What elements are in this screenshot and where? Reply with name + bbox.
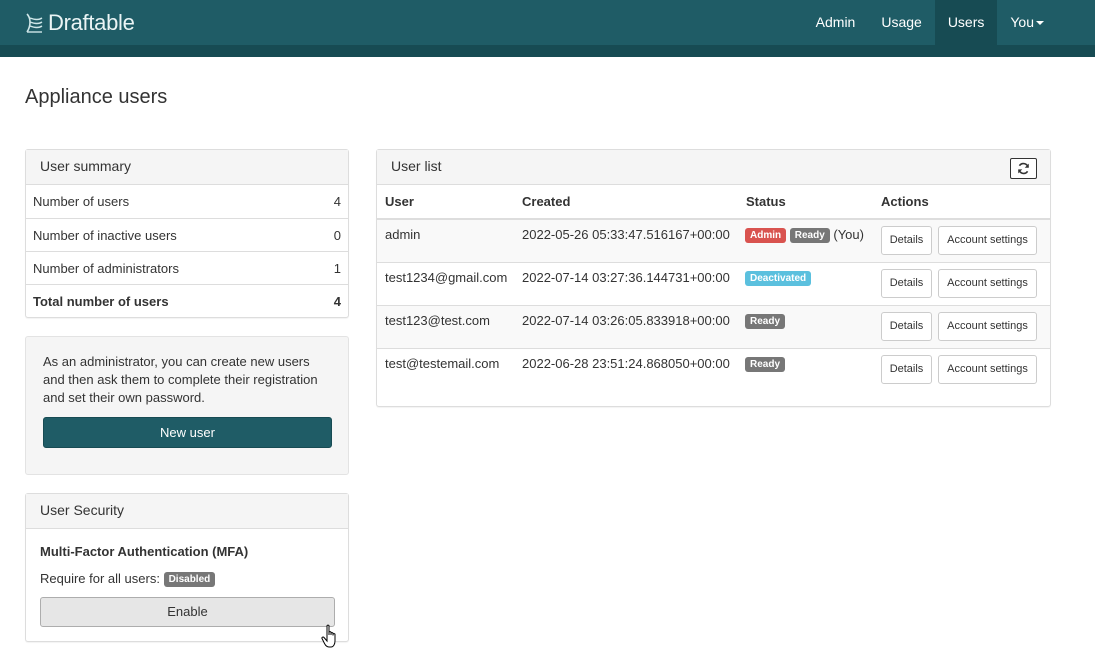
ready-badge: Ready [745, 357, 786, 373]
summary-row-admins: Number of administrators 1 [26, 251, 348, 284]
account-settings-button[interactable]: Account settings [938, 312, 1037, 341]
deactivated-badge: Deactivated [745, 271, 812, 287]
details-button[interactable]: Details [881, 226, 932, 255]
top-navbar: Draftable Admin Usage Users You [0, 0, 1095, 57]
nav-you-label: You [1010, 14, 1034, 30]
new-user-description: As an administrator, you can create new … [43, 354, 318, 405]
details-button[interactable]: Details [881, 269, 932, 298]
mfa-require-label: Require for all users: [40, 571, 160, 586]
nav-usage[interactable]: Usage [868, 0, 934, 45]
nav-admin[interactable]: Admin [803, 0, 869, 45]
enable-mfa-button[interactable]: Enable [40, 597, 335, 627]
user-security-panel: User Security Multi-Factor Authenticatio… [25, 493, 349, 642]
refresh-icon [1018, 162, 1029, 175]
summary-value: 4 [333, 293, 341, 309]
user-summary-heading: User summary [26, 150, 348, 185]
column-actions: Actions [881, 194, 929, 209]
summary-row-total: Total number of users 4 [26, 284, 348, 317]
brand-name: Draftable [48, 10, 135, 35]
created-date: 2022-07-14 03:27:36.144731+00:00 [522, 270, 730, 285]
user-list-table: User Created Status Actions admin 2022-0… [377, 186, 1050, 391]
mfa-require-row: Require for all users: Disabled [40, 571, 216, 588]
mfa-status-badge: Disabled [163, 572, 216, 588]
created-date: 2022-05-26 05:33:47.516167+00:00 [522, 227, 730, 242]
main-nav: Admin Usage Users You [803, 0, 1057, 45]
table-row: test1234@gmail.com 2022-07-14 03:27:36.1… [377, 262, 1050, 305]
summary-label: Number of inactive users [33, 227, 177, 243]
column-created: Created [522, 194, 571, 209]
nav-users[interactable]: Users [934, 0, 998, 45]
created-date: 2022-07-14 03:26:05.833918+00:00 [522, 313, 730, 328]
table-row: admin 2022-05-26 05:33:47.516167+00:00 A… [377, 219, 1050, 262]
user-list-panel: User list User Created Status Actions ad… [376, 149, 1051, 407]
column-user: User [385, 194, 414, 209]
mfa-title: Multi-Factor Authentication (MFA) [40, 544, 249, 559]
user-security-heading: User Security [26, 494, 348, 529]
user-summary-table: Number of users 4 Number of inactive use… [26, 185, 348, 317]
table-header: User Created Status Actions [377, 186, 1050, 219]
user-email: test@testemail.com [385, 356, 500, 371]
table-row: test@testemail.com 2022-06-28 23:51:24.8… [377, 348, 1050, 391]
summary-row-users: Number of users 4 [26, 185, 348, 218]
status-cell: Admin Ready (You) [745, 227, 864, 244]
account-settings-button[interactable]: Account settings [938, 226, 1037, 255]
ready-badge: Ready [745, 314, 786, 330]
account-settings-button[interactable]: Account settings [938, 269, 1037, 298]
created-date: 2022-06-28 23:51:24.868050+00:00 [522, 356, 730, 371]
draftable-logo-icon [26, 13, 43, 33]
user-email: test123@test.com [385, 313, 490, 328]
admin-badge: Admin [745, 228, 787, 244]
summary-value: 1 [333, 260, 341, 276]
caret-down-icon [1036, 21, 1044, 26]
user-email: admin [385, 227, 421, 242]
table-row: test123@test.com 2022-07-14 03:26:05.833… [377, 305, 1050, 348]
summary-label: Total number of users [33, 293, 169, 309]
status-cell: Deactivated [745, 270, 812, 287]
page-title: Appliance users [25, 86, 168, 108]
hand-cursor-icon [321, 624, 336, 648]
user-list-title: User list [391, 158, 442, 174]
column-status: Status [746, 194, 786, 209]
summary-label: Number of administrators [33, 260, 179, 276]
status-cell: Ready [745, 356, 786, 373]
summary-row-inactive: Number of inactive users 0 [26, 218, 348, 251]
ready-badge: Ready [789, 228, 830, 244]
user-list-heading: User list [377, 150, 1050, 185]
summary-label: Number of users [33, 194, 130, 209]
nav-you-dropdown[interactable]: You [997, 0, 1057, 45]
details-button[interactable]: Details [881, 355, 932, 384]
refresh-button[interactable] [1010, 158, 1037, 179]
new-user-well: As an administrator, you can create new … [25, 336, 349, 475]
account-settings-button[interactable]: Account settings [938, 355, 1037, 384]
user-summary-panel: User summary Number of users 4 Number of… [25, 149, 349, 318]
summary-value: 4 [333, 194, 341, 209]
brand-logo[interactable]: Draftable [24, 10, 135, 36]
you-indicator: (You) [833, 227, 864, 242]
new-user-button[interactable]: New user [43, 417, 332, 448]
user-email: test1234@gmail.com [385, 270, 508, 285]
status-cell: Ready [745, 313, 786, 330]
summary-value: 0 [333, 227, 341, 243]
details-button[interactable]: Details [881, 312, 932, 341]
